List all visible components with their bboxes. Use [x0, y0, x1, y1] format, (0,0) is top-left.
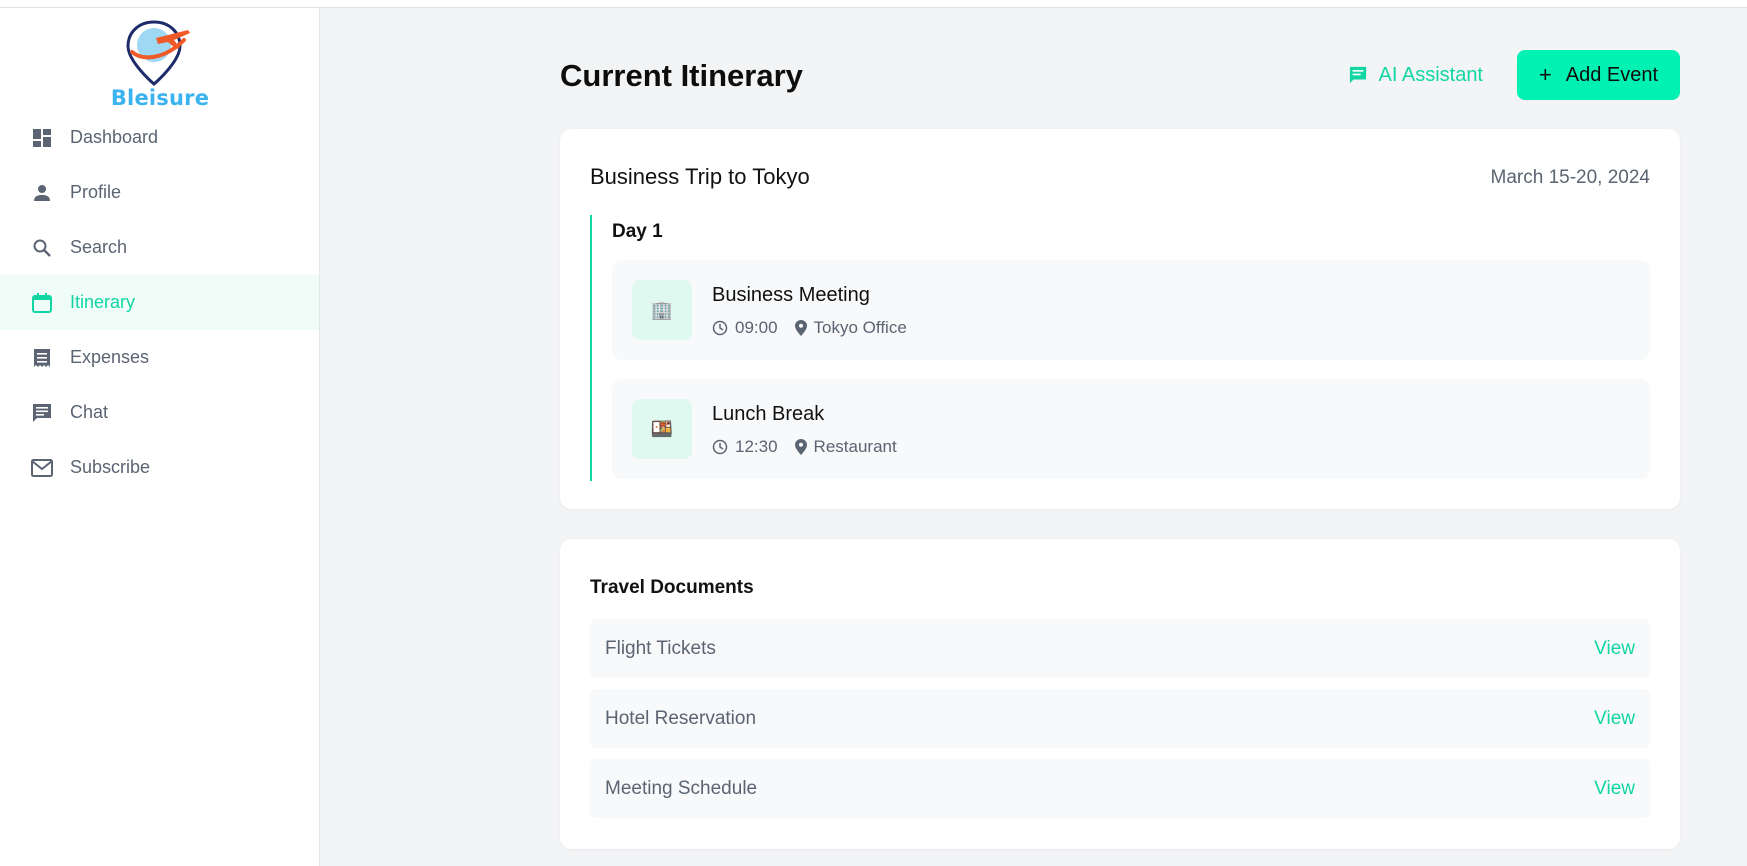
- plus-icon: +: [1538, 62, 1552, 87]
- sidebar: Bleisure Dashboard Profile Search Itiner…: [0, 8, 320, 866]
- document-name: Hotel Reservation: [605, 708, 757, 729]
- sidebar-item-profile[interactable]: Profile: [0, 165, 319, 220]
- sidebar-item-label: Profile: [70, 182, 122, 202]
- sidebar-item-subscribe[interactable]: Subscribe: [0, 440, 319, 495]
- day-label: Day 1: [612, 221, 663, 242]
- brand-logo[interactable]: Bleisure: [110, 18, 210, 110]
- event-location: Restaurant: [813, 437, 897, 456]
- sidebar-item-itinerary[interactable]: Itinerary: [0, 275, 319, 330]
- event-title: Business Meeting: [712, 284, 870, 306]
- bento-icon: 🍱: [632, 399, 692, 459]
- sidebar-item-label: Search: [70, 237, 128, 257]
- person-icon: [31, 182, 53, 204]
- sidebar-item-label: Subscribe: [70, 457, 151, 477]
- day-timeline: Day 1 🏢 Business Meeting 09:00 Tokyo Off…: [590, 215, 1650, 481]
- sidebar-item-dashboard[interactable]: Dashboard: [0, 110, 319, 165]
- event-card[interactable]: 🏢 Business Meeting 09:00 Tokyo Office: [612, 260, 1650, 360]
- plane-pin-logo-icon: [126, 20, 190, 86]
- event-time: 09:00: [735, 318, 778, 337]
- chat-icon: [31, 402, 53, 424]
- ai-assistant-label: AI Assistant: [1378, 63, 1484, 86]
- building-icon: 🏢: [632, 280, 692, 340]
- event-meta: 09:00 Tokyo Office: [712, 318, 907, 338]
- page-header: Current Itinerary AI Assistant + Add Eve…: [560, 50, 1680, 100]
- sidebar-item-label: Itinerary: [70, 292, 136, 312]
- trip-card: Business Trip to Tokyo March 15-20, 2024…: [560, 129, 1680, 509]
- location-pin-icon: [794, 439, 807, 455]
- sidebar-nav: Dashboard Profile Search Itinerary Expen…: [0, 110, 319, 495]
- view-link[interactable]: View: [1594, 638, 1635, 660]
- add-event-button[interactable]: + Add Event: [1517, 50, 1680, 100]
- sidebar-item-label: Chat: [70, 402, 109, 422]
- brand-name: Bleisure: [110, 86, 210, 110]
- mail-icon: [31, 457, 53, 479]
- location-pin-icon: [794, 320, 807, 336]
- dashboard-icon: [31, 127, 53, 149]
- sidebar-item-label: Expenses: [70, 347, 150, 367]
- clock-icon: [712, 320, 728, 336]
- sidebar-item-chat[interactable]: Chat: [0, 385, 319, 440]
- trip-title: Business Trip to Tokyo: [590, 164, 810, 189]
- event-card[interactable]: 🍱 Lunch Break 12:30 Restaurant: [612, 379, 1650, 479]
- event-meta: 12:30 Restaurant: [712, 437, 897, 457]
- clock-icon: [712, 439, 728, 455]
- event-time: 12:30: [735, 437, 778, 456]
- trip-dates: March 15-20, 2024: [1490, 167, 1651, 188]
- add-event-label: Add Event: [1565, 63, 1659, 86]
- search-icon: [31, 237, 53, 259]
- travel-documents-card: Travel Documents Flight Tickets View Hot…: [560, 539, 1680, 849]
- ai-assistant-button[interactable]: AI Assistant: [1349, 50, 1484, 100]
- sidebar-item-search[interactable]: Search: [0, 220, 319, 275]
- page-title: Current Itinerary: [560, 58, 803, 93]
- calendar-icon: [31, 292, 53, 314]
- document-row: Flight Tickets View: [590, 619, 1650, 678]
- document-row: Meeting Schedule View: [590, 759, 1650, 818]
- documents-title: Travel Documents: [590, 577, 754, 598]
- event-title: Lunch Break: [712, 403, 825, 425]
- receipt-icon: [31, 347, 53, 369]
- event-location: Tokyo Office: [813, 318, 907, 337]
- view-link[interactable]: View: [1594, 778, 1635, 800]
- document-name: Meeting Schedule: [605, 778, 758, 799]
- document-name: Flight Tickets: [605, 638, 716, 659]
- browser-top-edge: [0, 0, 1747, 8]
- view-link[interactable]: View: [1594, 708, 1635, 730]
- sidebar-item-label: Dashboard: [70, 127, 159, 147]
- document-row: Hotel Reservation View: [590, 689, 1650, 748]
- sidebar-item-expenses[interactable]: Expenses: [0, 330, 319, 385]
- chat-bubble-icon: [1349, 66, 1367, 84]
